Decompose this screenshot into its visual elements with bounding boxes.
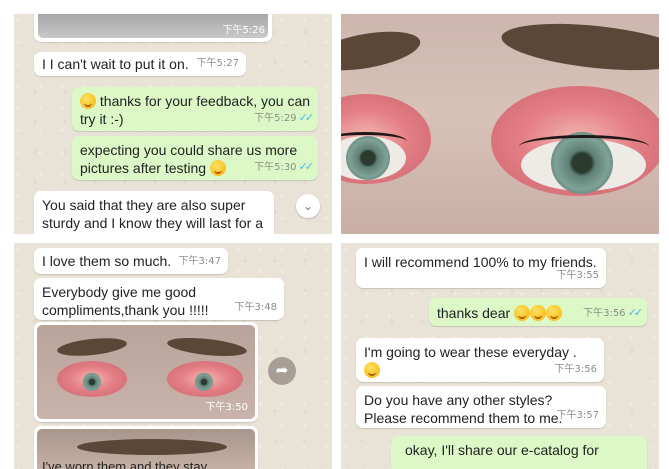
lash-line-right xyxy=(519,135,649,158)
chat-panel-top-left: 下午5:26 I I can't wait to put it on. 下午5:… xyxy=(14,14,332,234)
chat-panel-bottom-left: I love them so much. 下午3:47 Everybody gi… xyxy=(14,243,332,469)
message-time: 下午3:55 xyxy=(556,270,599,281)
read-check-icon: ✓✓ xyxy=(627,306,644,319)
share-arrow-icon: ➦ xyxy=(275,362,289,379)
read-check-icon: ✓✓ xyxy=(298,160,315,173)
message-text: Everybody give me good compliments,thank… xyxy=(42,284,209,318)
image-message[interactable]: 下午3:50 xyxy=(34,322,258,422)
message-text: You said that they are also super sturdy… xyxy=(42,197,263,234)
grinning-emoji-icon xyxy=(364,362,380,378)
message-text: I I can't wait to put it on. xyxy=(42,56,189,72)
message-text: I'm going to wear these everyday . xyxy=(364,344,577,360)
message-time: 下午3:57 xyxy=(556,410,599,421)
chat-panel-bottom-right: I will recommend 100% to my friends. 下午3… xyxy=(341,243,659,469)
message-time: 下午3:48 xyxy=(234,302,277,313)
message-time: 下午5:29 ✓✓ xyxy=(254,111,315,124)
iris-right xyxy=(195,373,213,391)
smiling-emoji-icon xyxy=(209,160,226,176)
caption-fragment: I've worn them and they stay xyxy=(42,459,208,469)
chevron-down-icon: ⌄ xyxy=(302,199,314,213)
image-message[interactable]: 下午5:26 xyxy=(34,14,272,42)
message-time: 下午3:56 ✓✓ xyxy=(583,306,644,319)
message-text: okay, I'll share our e-catalog for xyxy=(405,442,599,458)
hug-emoji-icon xyxy=(514,305,531,321)
message-time: 下午5:26 xyxy=(222,25,265,36)
eyebrow xyxy=(77,439,227,455)
hug-emoji-icon xyxy=(546,305,563,321)
incoming-message[interactable]: You said that they are also super sturdy… xyxy=(34,191,274,234)
iris-left xyxy=(83,373,101,391)
incoming-message[interactable]: I love them so much. 下午3:47 xyxy=(34,248,228,274)
lash-line-left xyxy=(341,132,407,151)
incoming-message[interactable]: I'm going to wear these everyday . 下午3:5… xyxy=(356,338,604,382)
message-time: 下午3:47 xyxy=(178,256,221,267)
message-text: thanks dear xyxy=(437,305,511,321)
incoming-message[interactable]: I will recommend 100% to my friends. 下午3… xyxy=(356,248,606,288)
incoming-message[interactable]: Everybody give me good compliments,thank… xyxy=(34,278,284,320)
share-button[interactable]: ➦ xyxy=(268,357,296,385)
message-time: 下午5:30 ✓✓ xyxy=(254,160,315,173)
eye-photo-top-right xyxy=(341,14,659,234)
message-time: 下午3:56 xyxy=(554,364,597,375)
laughing-emoji-icon xyxy=(80,93,96,109)
outgoing-message[interactable]: expecting you could share us more pictur… xyxy=(72,136,318,180)
outgoing-message[interactable]: thanks for your feedback, you can try it… xyxy=(72,87,318,131)
read-check-icon: ✓✓ xyxy=(298,111,315,124)
message-time: 下午5:27 xyxy=(196,58,239,69)
outgoing-message[interactable]: okay, I'll share our e-catalog for xyxy=(391,436,647,469)
incoming-message[interactable]: Do you have any other styles? Please rec… xyxy=(356,386,606,428)
scroll-down-button[interactable]: ⌄ xyxy=(296,194,320,218)
outgoing-message[interactable]: thanks dear 下午3:56 ✓✓ xyxy=(429,298,647,326)
incoming-message[interactable]: I I can't wait to put it on. 下午5:27 xyxy=(34,52,246,76)
message-text: I love them so much. xyxy=(42,253,172,269)
hug-emoji-icon xyxy=(530,305,547,321)
message-time: 下午3:50 xyxy=(205,402,248,413)
